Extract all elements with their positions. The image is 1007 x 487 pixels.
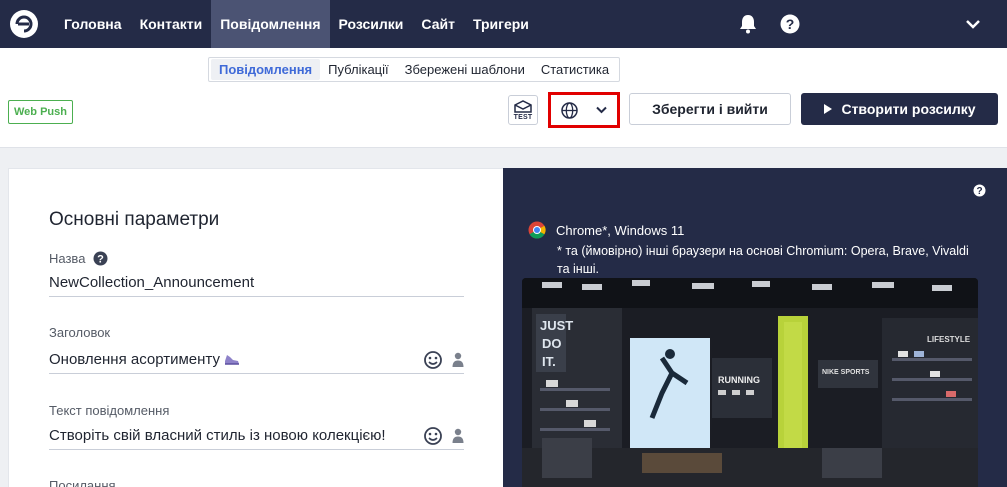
nav-item-campaigns[interactable]: Розсилки: [330, 0, 413, 48]
title-field[interactable]: Оновлення асортименту: [49, 346, 464, 374]
notification-preview: ? Chrome*, Windows 11 * та (ймовірно) ін…: [503, 168, 1007, 487]
chrome-icon: [528, 221, 546, 239]
nav-item-site[interactable]: Сайт: [412, 0, 464, 48]
subtab-saved-templates[interactable]: Збережені шаблони: [397, 59, 533, 80]
name-label-text: Назва: [49, 251, 86, 266]
logo-icon: [10, 10, 38, 38]
save-and-exit-button[interactable]: Зберегти і вийти: [629, 93, 791, 125]
chevron-down-icon[interactable]: [962, 13, 984, 35]
svg-text:?: ?: [98, 254, 105, 266]
title-value: Оновлення асортименту: [49, 351, 424, 368]
browser-note: * та (ймовірно) інші браузери на основі …: [557, 244, 969, 276]
test-label: TEST: [513, 113, 533, 121]
subtab-statistics[interactable]: Статистика: [533, 59, 617, 80]
envelope-icon: [514, 99, 532, 113]
personalization-icon[interactable]: [452, 352, 464, 368]
text-value: Створіть свій власний стиль із новою кол…: [49, 427, 386, 444]
globe-icon: [561, 101, 578, 119]
name-value: NewCollection_Announcement: [49, 274, 255, 291]
nav-item-messages[interactable]: Повідомлення: [211, 0, 330, 48]
nav-item-home[interactable]: Головна: [48, 0, 131, 48]
app-logo[interactable]: [0, 0, 48, 48]
nav-item-triggers[interactable]: Тригери: [464, 0, 538, 48]
browser-row: Chrome*, Windows 11: [528, 221, 684, 239]
help-icon[interactable]: ?: [93, 251, 108, 266]
browser-name: Chrome*, Windows 11: [556, 222, 685, 238]
subtab-messages[interactable]: Повідомлення: [211, 59, 321, 80]
sneaker-emoji-icon: [225, 355, 240, 365]
svg-text:IT.: IT.: [542, 354, 556, 369]
help-icon[interactable]: ?: [779, 13, 801, 35]
section-title: Основні параметри: [49, 209, 220, 230]
svg-text:LIFESTYLE: LIFESTYLE: [927, 335, 971, 344]
link-label: Посилання: [49, 478, 116, 487]
top-navigation: Головна Контакти Повідомлення Розсилки С…: [0, 0, 1007, 48]
emoji-picker-icon[interactable]: [424, 426, 442, 445]
create-campaign-button[interactable]: Створити розсилку: [801, 93, 998, 125]
notification-image: JUST DO IT. RUNNING NIKE SPORTS LIFESTYL…: [522, 278, 978, 487]
svg-text:RUNNING: RUNNING: [718, 375, 760, 385]
svg-text:?: ?: [976, 186, 982, 197]
sub-tabs: Повідомлення Публікації Збережені шаблон…: [208, 57, 621, 82]
channel-badge: Web Push: [8, 100, 73, 124]
svg-text:NIKE SPORTS: NIKE SPORTS: [822, 369, 870, 376]
text-field[interactable]: Створіть свій власний стиль із новою кол…: [49, 422, 464, 450]
create-campaign-label: Створити розсилку: [841, 101, 976, 117]
main-parameters-card: Основні параметри Назва ? NewCollection_…: [8, 168, 503, 487]
svg-text:?: ?: [786, 16, 795, 32]
text-label: Текст повідомлення: [49, 403, 170, 418]
name-label: Назва ?: [49, 251, 108, 266]
preview-help-icon[interactable]: ?: [973, 184, 986, 202]
chevron-down-icon: [596, 106, 607, 114]
subtab-publications[interactable]: Публікації: [320, 59, 396, 80]
store-photo: JUST DO IT. RUNNING NIKE SPORTS LIFESTYL…: [522, 278, 978, 487]
svg-text:DO: DO: [542, 336, 562, 351]
title-label: Заголовок: [49, 325, 111, 340]
nav-item-contacts[interactable]: Контакти: [131, 0, 212, 48]
test-send-button[interactable]: TEST: [508, 95, 538, 125]
language-selector[interactable]: [548, 92, 620, 128]
bell-icon[interactable]: [737, 13, 759, 35]
personalization-icon[interactable]: [452, 428, 464, 444]
svg-text:JUST: JUST: [540, 318, 573, 333]
emoji-picker-icon[interactable]: [424, 350, 442, 369]
toolbar: Повідомлення Публікації Збережені шаблон…: [0, 48, 1007, 148]
play-icon: [824, 104, 833, 114]
name-field[interactable]: NewCollection_Announcement: [49, 269, 464, 297]
